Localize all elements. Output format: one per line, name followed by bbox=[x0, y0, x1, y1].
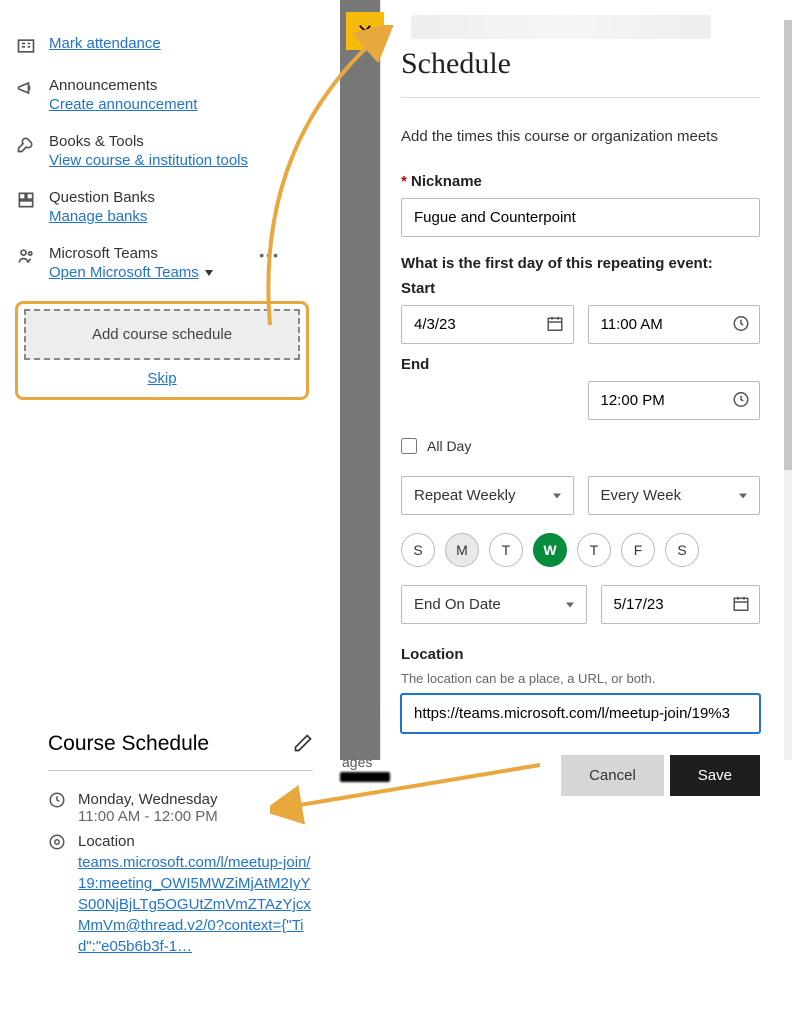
course-schedule-title: Course Schedule bbox=[48, 732, 209, 756]
day-sat[interactable]: S bbox=[665, 533, 699, 567]
sidebar-item-attendance[interactable]: Mark attendance bbox=[15, 35, 315, 57]
day-mon[interactable]: M bbox=[445, 533, 479, 567]
start-label: Start bbox=[401, 280, 760, 297]
location-input[interactable] bbox=[401, 694, 760, 733]
books-link[interactable]: View course & institution tools bbox=[49, 152, 248, 169]
schedule-days: Monday, Wednesday bbox=[78, 791, 218, 808]
calendar-icon[interactable] bbox=[546, 314, 564, 335]
end-time-field[interactable] bbox=[588, 381, 761, 420]
schedule-location-row: Location teams.microsoft.com/l/meetup-jo… bbox=[48, 833, 313, 957]
attendance-link[interactable]: Mark attendance bbox=[49, 35, 161, 52]
nickname-input[interactable] bbox=[401, 198, 760, 237]
add-course-schedule-button[interactable]: Add course schedule bbox=[24, 309, 300, 360]
sidebar-item-books: Books & Tools View course & institution … bbox=[15, 133, 315, 169]
course-schedule-card: Course Schedule Monday, Wednesday 11:00 … bbox=[48, 732, 313, 965]
enddate-field[interactable] bbox=[601, 585, 761, 624]
megaphone-icon bbox=[15, 77, 37, 99]
sidebar-item-announcements: Announcements Create announcement bbox=[15, 77, 315, 113]
teams-icon bbox=[15, 245, 37, 267]
clock-icon[interactable] bbox=[732, 314, 750, 335]
calendar-icon[interactable] bbox=[732, 594, 750, 615]
panel-title: Schedule bbox=[401, 47, 760, 81]
more-icon[interactable]: ••• bbox=[259, 247, 280, 263]
sidebar: Mark attendance Announcements Create ann… bbox=[15, 35, 315, 400]
day-tue[interactable]: T bbox=[489, 533, 523, 567]
endon-select[interactable]: End On Date bbox=[401, 585, 587, 624]
bg-shadow bbox=[340, 772, 390, 782]
location-hint: The location can be a place, a URL, or b… bbox=[401, 671, 760, 686]
teams-heading: Microsoft Teams bbox=[49, 245, 213, 262]
skip-link[interactable]: Skip bbox=[24, 370, 300, 387]
close-button[interactable] bbox=[346, 12, 384, 50]
spacer bbox=[401, 381, 574, 420]
schedule-time-row: Monday, Wednesday 11:00 AM - 12:00 PM bbox=[48, 791, 313, 825]
books-heading: Books & Tools bbox=[49, 133, 248, 150]
panel-backdrop bbox=[340, 0, 380, 760]
cancel-button[interactable]: Cancel bbox=[561, 755, 664, 796]
schedule-loc-link[interactable]: teams.microsoft.com/l/meetup-join/19:mee… bbox=[78, 852, 313, 957]
start-time-field[interactable] bbox=[588, 305, 761, 344]
allday-row[interactable]: All Day bbox=[401, 438, 760, 454]
end-label: End bbox=[401, 356, 760, 373]
clock-icon[interactable] bbox=[732, 390, 750, 411]
start-date-field[interactable] bbox=[401, 305, 574, 344]
add-schedule-highlight: Add course schedule Skip bbox=[15, 301, 309, 400]
every-select[interactable]: Every Week bbox=[588, 476, 761, 515]
sidebar-item-qbanks: Question Banks Manage banks bbox=[15, 189, 315, 225]
save-button[interactable]: Save bbox=[670, 755, 760, 796]
scrollbar-thumb[interactable] bbox=[784, 20, 792, 470]
repeat-select[interactable]: Repeat Weekly bbox=[401, 476, 574, 515]
nickname-label: Nickname bbox=[401, 173, 760, 190]
firstday-label: What is the first day of this repeating … bbox=[401, 255, 760, 272]
qbanks-heading: Question Banks bbox=[49, 189, 155, 206]
schedule-time: 11:00 AM - 12:00 PM bbox=[78, 808, 218, 825]
attendance-icon bbox=[15, 35, 37, 57]
panel-desc: Add the times this course or organizatio… bbox=[401, 128, 760, 145]
bg-text: ages bbox=[342, 754, 372, 770]
schedule-loc-label: Location bbox=[78, 833, 313, 850]
qbanks-link[interactable]: Manage banks bbox=[49, 208, 155, 225]
allday-label: All Day bbox=[427, 438, 471, 454]
wrench-icon bbox=[15, 133, 37, 155]
divider bbox=[401, 97, 760, 98]
day-wed[interactable]: W bbox=[533, 533, 567, 567]
location-icon bbox=[48, 833, 66, 854]
bank-icon bbox=[15, 189, 37, 211]
announce-heading: Announcements bbox=[49, 77, 197, 94]
skeleton-loader bbox=[411, 15, 711, 39]
clock-icon bbox=[48, 791, 66, 812]
day-fri[interactable]: F bbox=[621, 533, 655, 567]
schedule-panel: Schedule Add the times this course or or… bbox=[380, 0, 775, 760]
day-thu[interactable]: T bbox=[577, 533, 611, 567]
sidebar-item-teams: Microsoft Teams Open Microsoft Teams ••• bbox=[15, 245, 315, 281]
days-row: S M T W T F S bbox=[401, 533, 760, 567]
location-label: Location bbox=[401, 646, 760, 663]
announce-link[interactable]: Create announcement bbox=[49, 96, 197, 113]
button-row: Cancel Save bbox=[401, 755, 760, 796]
edit-icon[interactable] bbox=[293, 733, 313, 756]
allday-checkbox[interactable] bbox=[401, 438, 417, 454]
day-sun[interactable]: S bbox=[401, 533, 435, 567]
teams-link[interactable]: Open Microsoft Teams bbox=[49, 264, 213, 281]
